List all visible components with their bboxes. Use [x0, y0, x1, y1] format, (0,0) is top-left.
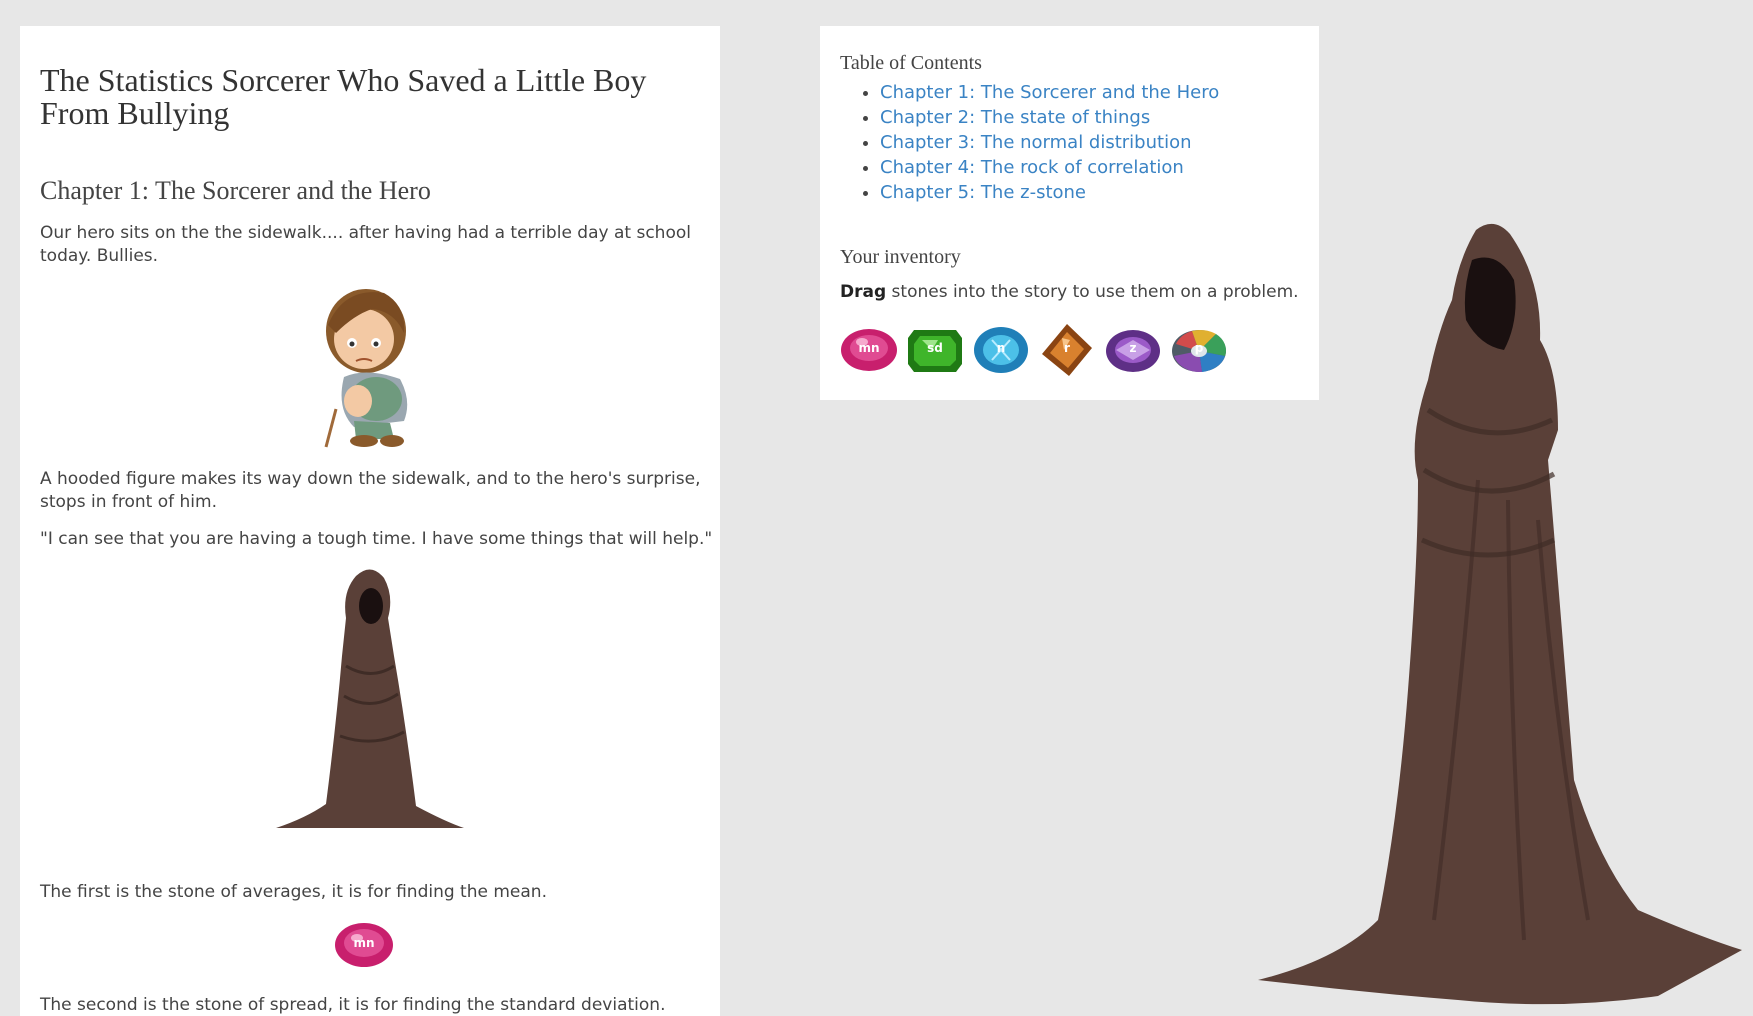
stone-mn[interactable]: mn: [838, 322, 900, 378]
toc-link-chapter-1[interactable]: Chapter 1: The Sorcerer and the Hero: [880, 82, 1219, 103]
hooded-figure-illustration: [276, 569, 464, 828]
toc-title: Table of Contents: [840, 52, 982, 74]
stone-label: mn: [353, 936, 375, 950]
stone-p[interactable]: p: [1168, 322, 1230, 378]
toc-link-chapter-5[interactable]: Chapter 5: The z-stone: [880, 182, 1086, 203]
stone-label: p: [1194, 341, 1204, 355]
story-paragraph: A hooded figure makes its way down the s…: [40, 469, 701, 512]
story-paragraph: Our hero sits on the the sidewalk.... af…: [40, 223, 691, 266]
toc-link-chapter-2[interactable]: Chapter 2: The state of things: [880, 107, 1150, 128]
inventory-stones: mn sd n r z p: [838, 322, 1230, 378]
toc-item: Chapter 3: The normal distribution: [880, 130, 1219, 155]
stone-label: mn: [858, 341, 880, 355]
stone-label: n: [996, 341, 1006, 355]
stone-label: z: [1129, 341, 1137, 355]
story-panel[interactable]: The Statistics Sorcerer Who Saved a Litt…: [20, 26, 720, 1016]
inventory-hint: Drag stones into the story to use them o…: [840, 282, 1299, 302]
stone-z[interactable]: z: [1102, 322, 1164, 378]
inventory-hint-bold: Drag: [840, 282, 887, 302]
inventory-hint-text: stones into the story to use them on a p…: [886, 282, 1299, 302]
stone-n[interactable]: n: [970, 322, 1032, 378]
table-of-contents: Chapter 1: The Sorcerer and the Hero Cha…: [840, 80, 1219, 205]
story-paragraph: The second is the stone of spread, it is…: [40, 995, 666, 1015]
toc-link-chapter-4[interactable]: Chapter 4: The rock of correlation: [880, 157, 1184, 178]
toc-item: Chapter 4: The rock of correlation: [880, 155, 1219, 180]
large-hooded-figure-illustration: [1258, 223, 1742, 1005]
toc-item: Chapter 5: The z-stone: [880, 180, 1219, 205]
stone-sd[interactable]: sd: [904, 322, 966, 378]
stone-label: r: [1064, 341, 1070, 355]
toc-link-chapter-3[interactable]: Chapter 3: The normal distribution: [880, 132, 1192, 153]
sidebar-panel: Table of Contents Chapter 1: The Sorcere…: [820, 26, 1319, 400]
toc-item: Chapter 2: The state of things: [880, 105, 1219, 130]
story-paragraph: "I can see that you are having a tough t…: [40, 529, 713, 549]
story-title: The Statistics Sorcerer Who Saved a Litt…: [40, 62, 647, 131]
stone-r[interactable]: r: [1036, 322, 1098, 378]
story-paragraph: The first is the stone of averages, it i…: [40, 882, 547, 902]
inventory-title: Your inventory: [840, 246, 961, 268]
toc-item: Chapter 1: The Sorcerer and the Hero: [880, 80, 1219, 105]
sad-boy-illustration: [324, 289, 408, 448]
stone-label: sd: [927, 341, 943, 355]
stone-of-averages[interactable]: mn: [333, 920, 395, 970]
chapter-heading: Chapter 1: The Sorcerer and the Hero: [40, 176, 431, 205]
